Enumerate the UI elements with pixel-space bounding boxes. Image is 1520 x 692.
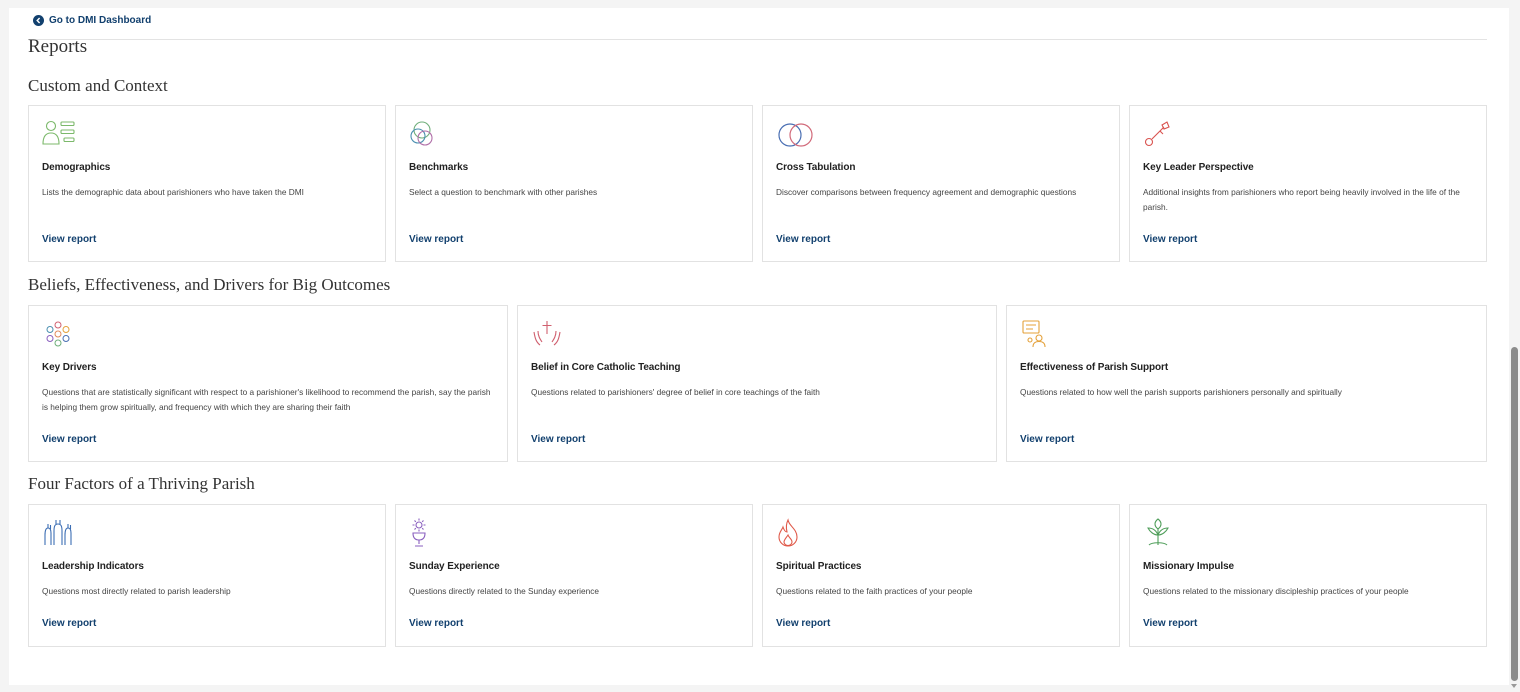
card-title: Demographics [42, 162, 111, 173]
key-icon [1142, 118, 1176, 150]
section-title-custom-context: Custom and Context [28, 76, 168, 95]
report-card-sunday-experience: Sunday Experience Questions directly rel… [395, 504, 753, 647]
view-report-link[interactable]: View report [776, 618, 830, 629]
view-report-link[interactable]: View report [409, 234, 463, 245]
view-report-link[interactable]: View report [42, 234, 96, 245]
card-description: Questions related to how well the parish… [1020, 387, 1342, 397]
dashboard-link[interactable]: Go to DMI Dashboard [33, 15, 151, 26]
view-report-link[interactable]: View report [776, 234, 830, 245]
dashboard-link-label: Go to DMI Dashboard [49, 15, 152, 26]
cross-tabulation-icon [775, 118, 823, 150]
demographics-icon [41, 118, 75, 150]
card-title: Cross Tabulation [776, 162, 856, 173]
section-title-four-factors: Four Factors of a Thriving Parish [28, 474, 255, 493]
scrollbar[interactable] [1509, 0, 1520, 692]
card-title: Effectiveness of Parish Support [1020, 362, 1169, 373]
report-card-spiritual-practices: Spiritual Practices Questions related to… [762, 504, 1120, 647]
report-card-key-drivers: Key Drivers Questions that are statistic… [28, 305, 508, 462]
section-title-beliefs: Beliefs, Effectiveness, and Drivers for … [28, 275, 391, 294]
card-description: Discover comparisons between frequency a… [776, 187, 1077, 197]
card-title: Spiritual Practices [776, 561, 862, 572]
scroll-down-arrow-icon[interactable] [1511, 684, 1517, 688]
card-description: Lists the demographic data about parishi… [42, 187, 304, 197]
report-card-belief-core-teaching: Belief in Core Catholic Teaching Questio… [517, 305, 997, 462]
card-title: Key Leader Perspective [1143, 162, 1254, 173]
report-card-parish-support: Effectiveness of Parish Support Question… [1006, 305, 1487, 462]
card-description: Questions that are statistically signifi… [42, 387, 491, 412]
view-report-link[interactable]: View report [1020, 434, 1074, 445]
report-card-benchmarks: Benchmarks Select a question to benchmar… [395, 105, 753, 262]
sprout-icon [1142, 517, 1176, 549]
card-description: Questions related to the faith practices… [776, 586, 973, 596]
raised-hands-icon [41, 517, 75, 549]
key-drivers-icon [41, 318, 75, 350]
report-card-key-leader-perspective: Key Leader Perspective Additional insigh… [1129, 105, 1487, 262]
view-report-link[interactable]: View report [1143, 234, 1197, 245]
card-description: Additional insights from parishioners wh… [1143, 187, 1460, 212]
report-card-leadership-indicators: Leadership Indicators Questions most dir… [28, 504, 386, 647]
card-description: Questions related to the missionary disc… [1143, 586, 1409, 596]
view-report-link[interactable]: View report [42, 434, 96, 445]
view-report-link[interactable]: View report [1143, 618, 1197, 629]
report-card-missionary-impulse: Missionary Impulse Questions related to … [1129, 504, 1487, 647]
chevron-left-icon [33, 15, 44, 26]
card-title: Missionary Impulse [1143, 561, 1235, 572]
card-title: Sunday Experience [409, 561, 500, 572]
divider [28, 39, 1487, 40]
report-card-demographics: Demographics Lists the demographic data … [28, 105, 386, 262]
chalice-icon [408, 517, 442, 549]
card-description: Questions directly related to the Sunday… [409, 586, 600, 596]
page-title: Reports [28, 36, 88, 57]
scrollbar-thumb[interactable] [1511, 347, 1518, 681]
cross-hands-icon [530, 318, 564, 350]
card-title: Benchmarks [409, 162, 469, 173]
report-card-cross-tabulation: Cross Tabulation Discover comparisons be… [762, 105, 1120, 262]
view-report-link[interactable]: View report [409, 618, 463, 629]
reports-page: Go to DMI Dashboard Reports Custom and C… [9, 8, 1509, 685]
parish-support-icon [1019, 318, 1053, 350]
view-report-link[interactable]: View report [531, 434, 585, 445]
card-title: Belief in Core Catholic Teaching [531, 362, 681, 373]
card-description: Questions related to parishioners' degre… [531, 387, 820, 397]
card-description: Select a question to benchmark with othe… [409, 187, 598, 197]
card-title: Key Drivers [42, 362, 97, 373]
benchmarks-icon [408, 118, 442, 150]
card-description: Questions most directly related to paris… [42, 586, 231, 596]
flame-icon [775, 517, 809, 549]
view-report-link[interactable]: View report [42, 618, 96, 629]
card-title: Leadership Indicators [42, 561, 144, 572]
